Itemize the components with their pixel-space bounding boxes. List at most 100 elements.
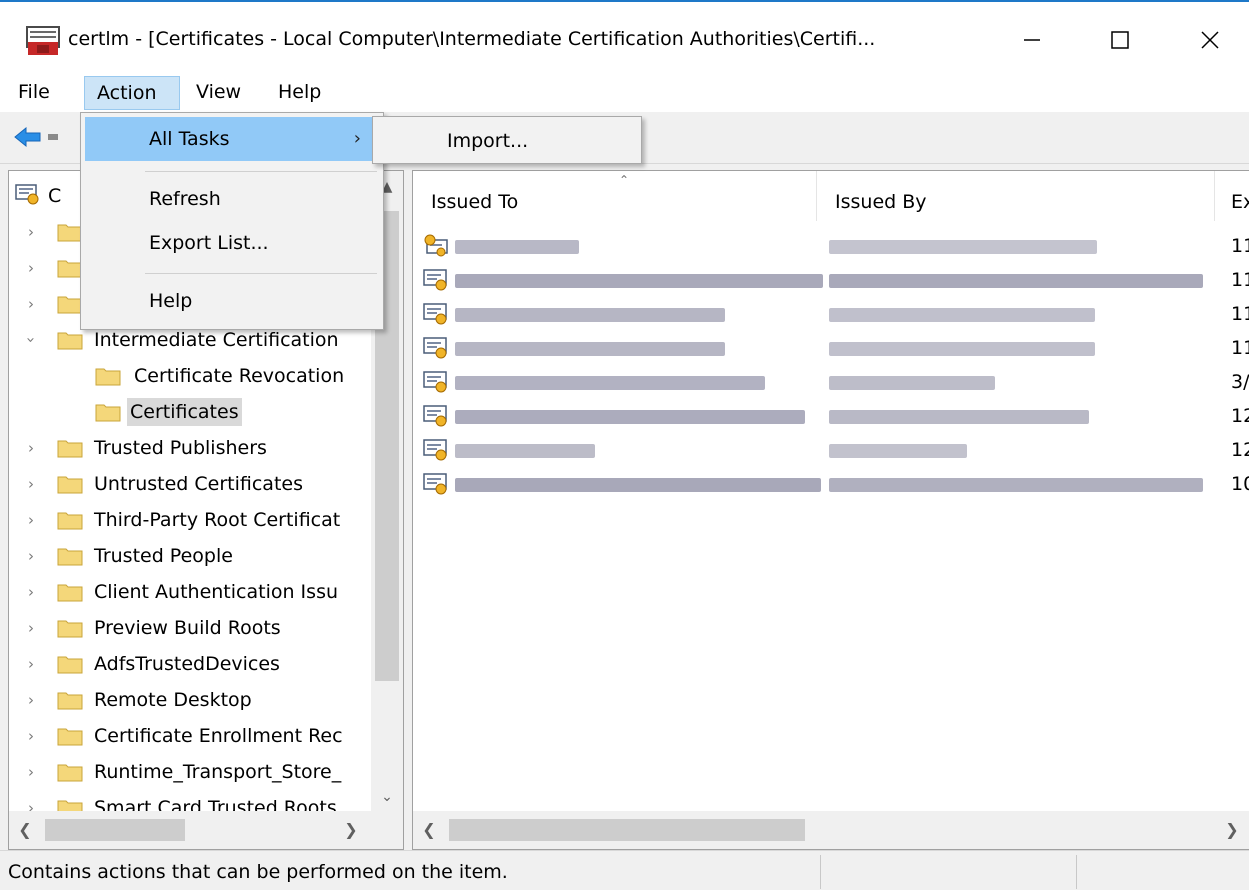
sort-ascending-icon: ⌃ (619, 173, 630, 187)
expand-chevron-icon[interactable]: › (21, 438, 41, 458)
forward-arrow-icon[interactable] (48, 132, 58, 142)
tree-item-certificates[interactable]: Certificates (9, 395, 371, 429)
column-expiration[interactable]: Ex (1215, 171, 1249, 221)
list-row[interactable]: 11 (413, 331, 1249, 365)
blurred-issued-to (455, 478, 821, 492)
menu-item-export-list[interactable]: Export List... (85, 221, 379, 265)
blurred-issued-by (829, 240, 1097, 254)
tree-item-certificate-enrollment[interactable]: › Certificate Enrollment Rec (9, 719, 371, 753)
scroll-left-arrow-icon[interactable]: ❮ (413, 811, 445, 849)
folder-icon (57, 476, 83, 494)
tree-item-runtime-transport-store[interactable]: › Runtime_Transport_Store_ (9, 755, 371, 789)
blurred-issued-to (455, 444, 595, 458)
menu-view[interactable]: View (190, 76, 247, 110)
tree-horizontal-scroll-thumb[interactable] (45, 819, 185, 841)
folder-icon (95, 368, 121, 386)
expand-chevron-icon[interactable]: › (21, 510, 41, 530)
blurred-issued-by (829, 444, 967, 458)
menu-action[interactable]: Action (84, 76, 180, 110)
blurred-issued-by (829, 274, 1203, 288)
mmc-window: certlm - [Certificates - Local Computer\… (0, 0, 1249, 890)
tree-item-label: AdfsTrustedDevices (94, 653, 280, 675)
list-row[interactable]: 12 (413, 399, 1249, 433)
expand-chevron-icon[interactable]: › (21, 582, 41, 602)
tree-item-label: Third-Party Root Certificat (94, 509, 341, 531)
column-issued-to-label: Issued To (431, 191, 519, 213)
tree-item-label: Remote Desktop (94, 689, 252, 711)
folder-icon (57, 656, 83, 674)
close-button[interactable] (1184, 14, 1236, 66)
tree-item-label: Certificate Revocation (134, 365, 345, 387)
column-issued-by-label: Issued By (835, 191, 927, 213)
tree-item-label: Certificate Enrollment Rec (94, 725, 343, 747)
tree-item-trusted-people[interactable]: › Trusted People (9, 539, 371, 573)
status-divider (820, 855, 821, 889)
list-row[interactable]: 11 (413, 263, 1249, 297)
blurred-issued-by (829, 308, 1095, 322)
column-issued-to[interactable]: Issued To (413, 171, 817, 221)
expand-chevron-icon[interactable]: › (21, 762, 41, 782)
expiration-date: 11 (1231, 235, 1249, 257)
list-row[interactable]: 11 (413, 297, 1249, 331)
list-row[interactable]: 3/ (413, 365, 1249, 399)
minimize-button[interactable] (1006, 14, 1058, 66)
expand-chevron-icon[interactable]: › (21, 654, 41, 674)
expand-chevron-icon[interactable]: › (21, 222, 41, 242)
menu-item-refresh[interactable]: Refresh (85, 177, 379, 221)
menu-help[interactable]: Help (272, 76, 327, 110)
blurred-issued-by (829, 478, 1203, 492)
expand-chevron-icon[interactable]: › (21, 258, 41, 278)
column-issued-by[interactable]: Issued By (817, 171, 1215, 221)
expand-chevron-icon[interactable]: › (21, 294, 41, 314)
certificate-list-pane: Issued To ⌃ Issued By Ex 11 (412, 170, 1249, 850)
menu-item-help[interactable]: Help (85, 279, 379, 323)
tree-item-label: Trusted People (94, 545, 233, 567)
collapse-chevron-icon[interactable]: › (21, 330, 41, 350)
tree-item-untrusted-certificates[interactable]: › Untrusted Certificates (9, 467, 371, 501)
tree-item-preview-build-roots[interactable]: › Preview Build Roots (9, 611, 371, 645)
scroll-left-arrow-icon[interactable]: ❮ (9, 811, 41, 849)
expand-chevron-icon[interactable]: › (21, 546, 41, 566)
list-row[interactable]: 10 (413, 467, 1249, 501)
expiration-date: 11 (1231, 269, 1249, 291)
certlm-app-icon (26, 26, 60, 55)
maximize-icon (1111, 31, 1129, 49)
tree-item-label: Client Authentication Issu (94, 581, 339, 603)
list-row[interactable]: 12 (413, 433, 1249, 467)
tree-item-adfs-trusted-devices[interactable]: › AdfsTrustedDevices (9, 647, 371, 681)
tree-horizontal-scrollbar[interactable]: ❮ ❯ (9, 811, 403, 849)
scroll-right-arrow-icon[interactable]: ❯ (1216, 811, 1248, 849)
list-horizontal-scrollbar[interactable]: ❮ ❯ (413, 811, 1249, 849)
tree-item-remote-desktop[interactable]: › Remote Desktop (9, 683, 371, 717)
menu-item-all-tasks[interactable]: All Tasks › (85, 117, 379, 161)
folder-icon (57, 620, 83, 638)
tree-root-label: C (48, 185, 62, 207)
tree-item-certificate-revocation[interactable]: Certificate Revocation (9, 359, 371, 393)
tree-item-smart-card-trusted-roots[interactable]: › Smart Card Trusted Roots (9, 791, 371, 813)
expand-chevron-icon[interactable]: › (21, 690, 41, 710)
close-icon (1201, 31, 1219, 49)
blurred-issued-by (829, 410, 1089, 424)
menu-file[interactable]: File (12, 76, 56, 110)
scroll-down-arrow-icon[interactable]: ⌄ (371, 781, 403, 813)
scroll-right-arrow-icon[interactable]: ❯ (335, 811, 367, 849)
submenu-arrow-icon: › (353, 128, 361, 149)
expiration-date: 11 (1231, 337, 1249, 359)
maximize-button[interactable] (1094, 14, 1146, 66)
tree-item-client-authentication[interactable]: › Client Authentication Issu (9, 575, 371, 609)
certificate-icon (423, 303, 447, 325)
expand-chevron-icon[interactable]: › (21, 474, 41, 494)
tree-item-third-party-root[interactable]: › Third-Party Root Certificat (9, 503, 371, 537)
folder-icon (57, 764, 83, 782)
status-bar: Contains actions that can be performed o… (0, 850, 1249, 890)
blurred-issued-to (455, 308, 725, 322)
expand-chevron-icon[interactable]: › (21, 618, 41, 638)
expand-chevron-icon[interactable]: › (21, 726, 41, 746)
tree-item-trusted-publishers[interactable]: › Trusted Publishers (9, 431, 371, 465)
back-arrow-icon[interactable] (14, 126, 44, 148)
list-horizontal-scroll-thumb[interactable] (449, 819, 805, 841)
menu-item-import[interactable]: Import... (375, 119, 639, 163)
tree-item-label: Runtime_Transport_Store_ (94, 761, 342, 783)
list-row[interactable]: 11 (413, 229, 1249, 263)
folder-icon (57, 512, 83, 530)
